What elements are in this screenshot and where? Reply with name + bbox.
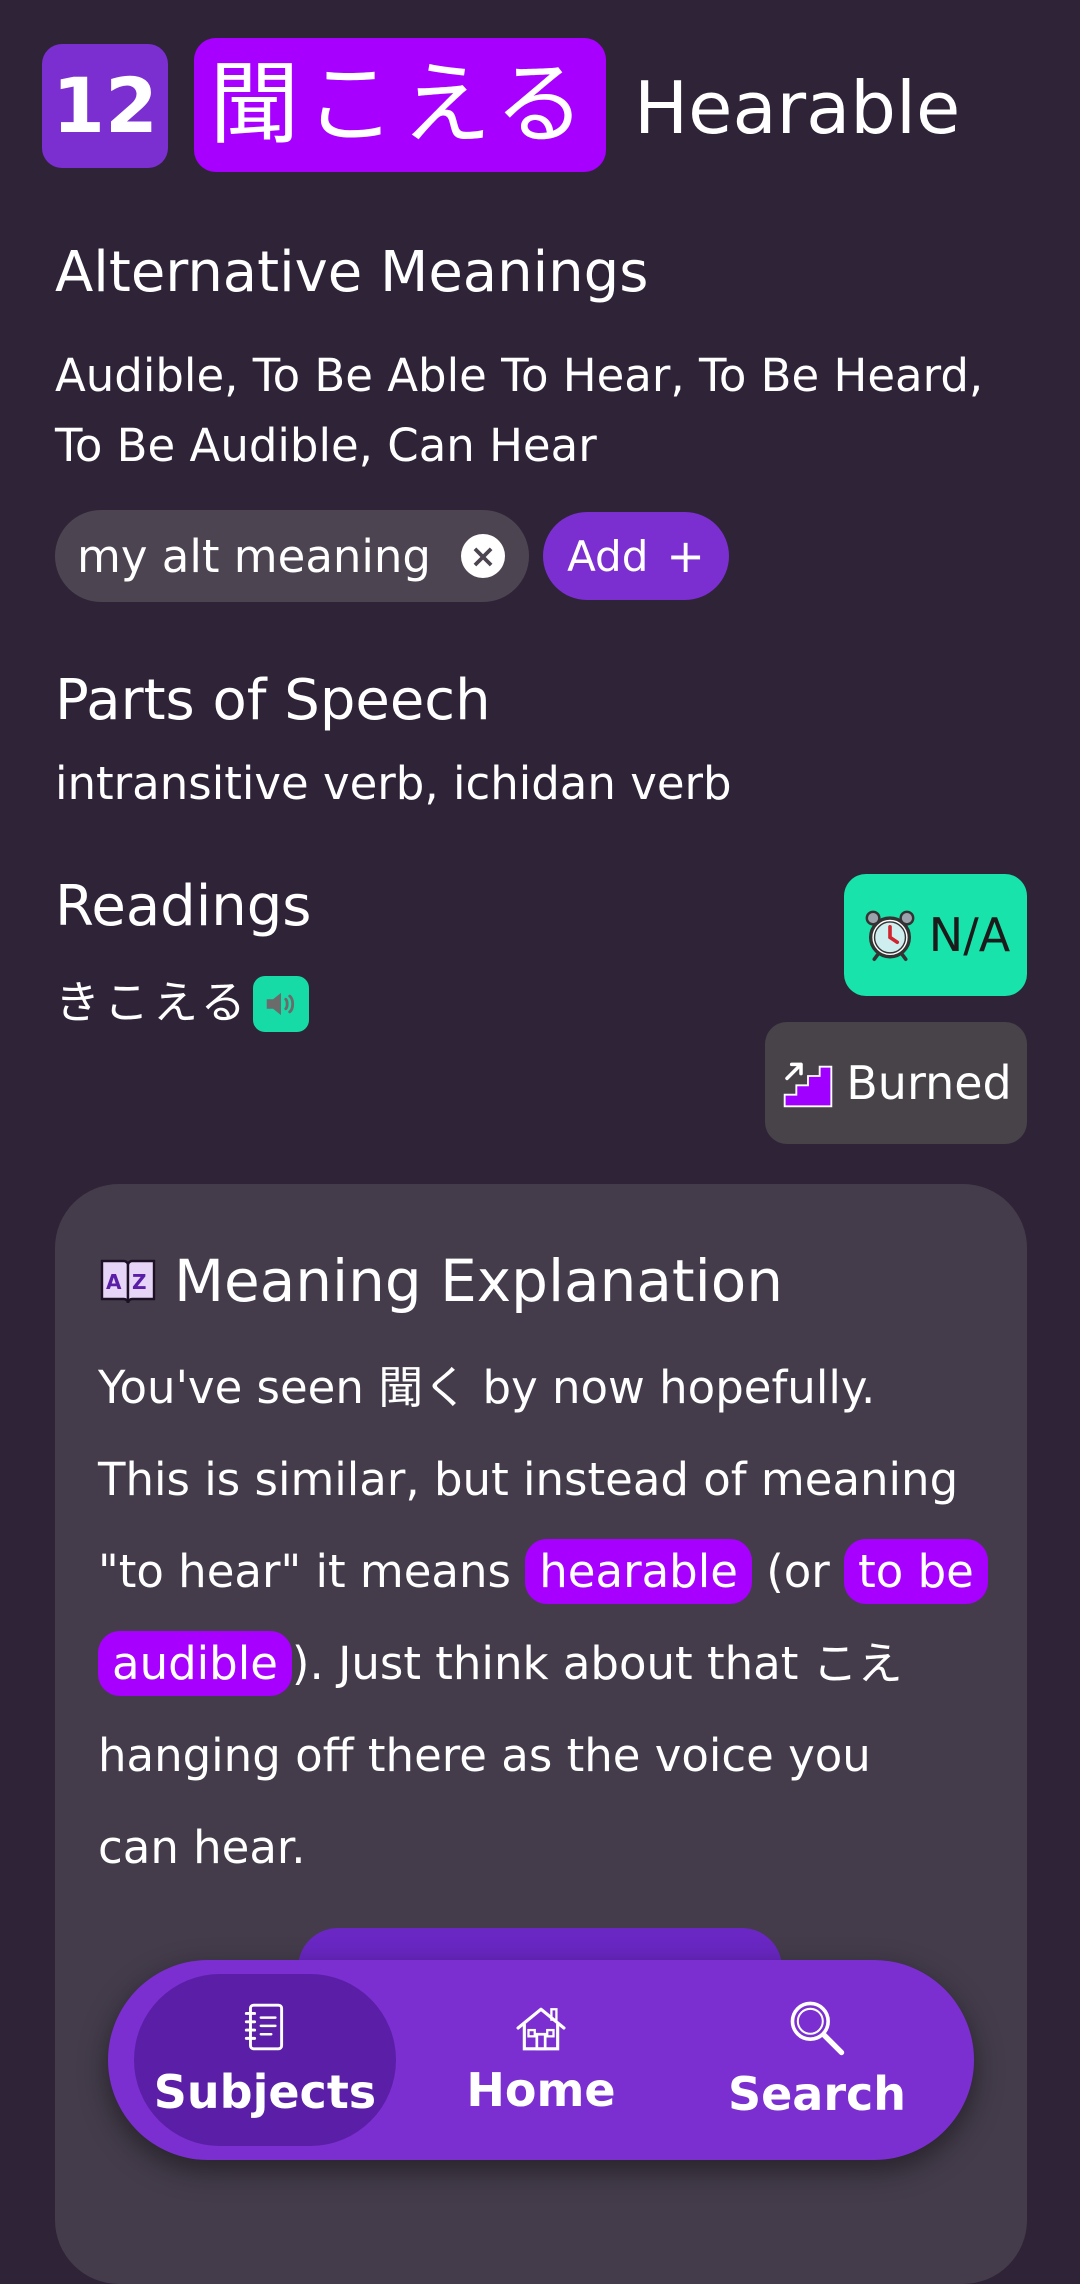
srs-stage-badge: Burned (765, 1022, 1027, 1144)
dictionary-icon: A Z (100, 1259, 156, 1304)
meaning-explanation-text: You've seen 聞く by now hopefully. This is… (98, 1342, 1018, 1894)
explanation-line-6: can hear. (98, 1821, 306, 1874)
nav-item-search[interactable]: Search (686, 1974, 948, 2146)
explanation-text-3a: "to hear" it means (98, 1545, 526, 1598)
nav-label-home: Home (466, 2063, 616, 2117)
next-review-badge: N/A (844, 874, 1027, 996)
bottom-nav: Subjects Home Search (108, 1960, 974, 2160)
alt-meanings-line-1: Audible, To Be Able To Hear, To Be Heard… (55, 349, 984, 402)
level-number: 12 (52, 61, 158, 150)
subject-meaning: Hearable (634, 66, 961, 150)
nav-item-home[interactable]: Home (410, 1974, 672, 2146)
highlight-to-be: to be (844, 1539, 988, 1604)
explanation-line-1: You've seen 聞く by now hopefully. (98, 1361, 876, 1414)
explanation-text-3b: (or (751, 1545, 845, 1598)
subject-characters-text: 聞こえる (209, 52, 591, 157)
plus-icon: + (666, 529, 705, 583)
explanation-text-4: ). Just think about that こえ (291, 1637, 903, 1690)
explanation-line-5: hanging off there as the voice you (98, 1729, 871, 1782)
explanation-line-2: This is similar, but instead of meaning (98, 1453, 959, 1506)
readings-heading: Readings (55, 874, 312, 939)
level-badge: 12 (42, 44, 168, 168)
parts-of-speech-heading: Parts of Speech (55, 668, 491, 733)
remove-icon[interactable]: × (461, 534, 505, 578)
meaning-explanation-heading: Meaning Explanation (174, 1247, 783, 1315)
notebook-icon (244, 2003, 284, 2051)
highlight-audible: audible (98, 1631, 292, 1696)
alarm-clock-icon (865, 910, 915, 961)
nav-label-search: Search (727, 2067, 907, 2121)
house-icon (516, 2007, 566, 2051)
add-button-label: Add (567, 531, 649, 581)
magnifier-icon (790, 2001, 845, 2056)
subject-characters: 聞こえる (194, 38, 606, 172)
srs-stage-label: Burned (846, 1056, 1012, 1110)
add-alt-meaning-button[interactable]: Add + (543, 512, 729, 600)
reading-text: きこえる (55, 976, 250, 1029)
explanation-line-4: audible). Just think about that こえ (98, 1618, 1018, 1710)
nav-label-subjects: Subjects (153, 2065, 377, 2119)
next-review-label: N/A (928, 908, 1011, 962)
highlight-hearable: hearable (525, 1539, 752, 1604)
nav-item-subjects[interactable]: Subjects (134, 1974, 396, 2146)
svg-text:Z: Z (132, 1270, 147, 1294)
parts-of-speech-text: intransitive verb, ichidan verb (55, 757, 732, 810)
svg-text:A: A (106, 1270, 122, 1294)
alt-meanings-heading: Alternative Meanings (55, 240, 649, 305)
alt-meanings-line-2: To Be Audible, Can Hear (55, 419, 597, 472)
speaker-icon (266, 992, 295, 1016)
alt-meanings-text: Audible, To Be Able To Hear, To Be Heard… (55, 341, 983, 481)
meaning-explanation-header: A Z Meaning Explanation (98, 1246, 783, 1316)
play-audio-button[interactable] (253, 976, 309, 1032)
user-alt-meaning-label: my alt meaning (77, 529, 432, 583)
explanation-line-3: "to hear" it means hearable (or to be (98, 1526, 1018, 1618)
user-alt-meaning-chip: my alt meaning × (55, 510, 529, 602)
stairs-icon (783, 1062, 833, 1108)
